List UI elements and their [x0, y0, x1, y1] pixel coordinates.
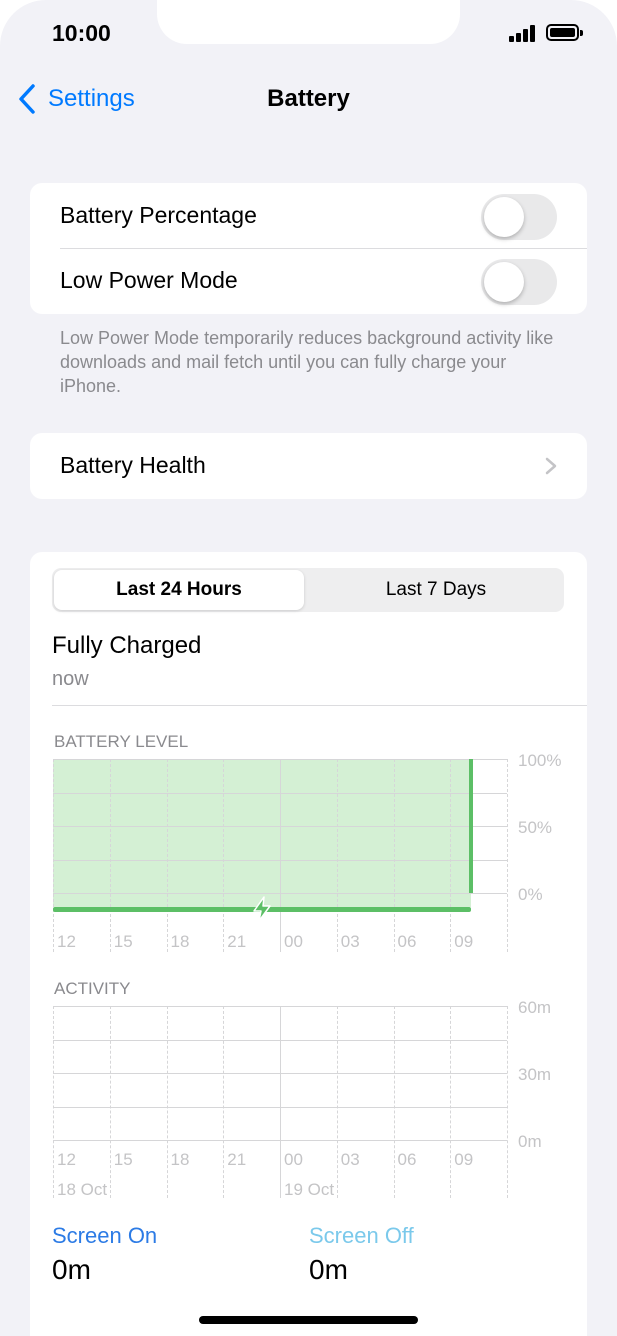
screen-off-value: 0m	[309, 1254, 348, 1285]
x-tick-label: 21	[227, 932, 247, 951]
battery-percentage-row: Battery Percentage	[30, 183, 587, 248]
x-tick-label: 12	[57, 1150, 76, 1169]
gridline	[223, 759, 225, 952]
segment-last-24-hours[interactable]: Last 24 Hours	[54, 570, 304, 610]
low-power-mode-toggle[interactable]	[481, 259, 557, 305]
gridline	[109, 759, 111, 952]
x-tick-label: 09	[454, 932, 474, 951]
battery-level-area	[53, 759, 471, 907]
battery-health-row[interactable]: Battery Health	[30, 433, 587, 499]
y-tick-label: 50%	[518, 818, 553, 837]
charge-status-time: now	[52, 668, 89, 690]
segment-last-7-days[interactable]: Last 7 Days	[310, 570, 562, 610]
gridline	[53, 759, 54, 952]
x-tick-label: 03	[340, 1150, 360, 1169]
battery-level-line	[469, 759, 473, 893]
x-tick-label: 15	[113, 932, 133, 951]
gridline	[166, 759, 168, 952]
screen-on-value: 0m	[52, 1254, 91, 1285]
battery-status-icon	[546, 24, 583, 41]
y-tick-label: 30m	[518, 1065, 552, 1084]
y-tick-label: 60m	[518, 998, 552, 1017]
x-tick-label: 00	[284, 932, 303, 951]
gridline	[223, 1006, 225, 1198]
gridline	[109, 1006, 111, 1198]
status-time: 10:00	[52, 20, 111, 46]
low-power-footnote: Low Power Mode temporarily reduces backg…	[60, 328, 554, 396]
period-segmented-control: Last 24 Hours Last 7 Days	[52, 568, 564, 612]
notch	[157, 0, 460, 44]
charge-status-title: Fully Charged	[52, 632, 202, 659]
gridline	[450, 759, 452, 952]
gridline	[507, 1006, 508, 1198]
gridline	[166, 1006, 168, 1198]
charging-bolt-icon	[253, 896, 271, 922]
gridline	[53, 1006, 54, 1198]
usage-card: Last 24 Hours Last 7 Days Fully Charged …	[30, 552, 587, 1336]
battery-level-chart-title: BATTERY LEVEL	[54, 732, 189, 751]
x-tick-label: 06	[397, 1150, 417, 1169]
x-tick-label: 18	[170, 1150, 190, 1169]
gridline	[336, 1006, 338, 1198]
toggle-knob	[484, 262, 524, 302]
x-tick-label: 06	[397, 932, 417, 951]
x-tick-label: 00	[284, 1150, 303, 1169]
y-tick-label: 0m	[518, 1132, 542, 1151]
toggle-knob	[484, 197, 524, 237]
divider	[52, 705, 587, 706]
chevron-right-icon	[545, 457, 557, 475]
activity-chart-title: ACTIVITY	[54, 979, 131, 998]
screen-off-label: Screen Off	[309, 1223, 414, 1248]
battery-percentage-toggle[interactable]	[481, 194, 557, 240]
date-label: 19 Oct	[284, 1180, 335, 1199]
y-tick-label: 100%	[518, 751, 562, 770]
battery-health-label: Battery Health	[60, 452, 206, 478]
gridline	[450, 1006, 452, 1198]
x-tick-label: 12	[57, 932, 76, 951]
gridline	[393, 759, 395, 952]
battery-settings-group: Battery Percentage Low Power Mode	[30, 183, 587, 314]
gridline	[336, 759, 338, 952]
screen-on-label: Screen On	[52, 1223, 158, 1248]
low-power-mode-row: Low Power Mode	[30, 248, 587, 313]
x-tick-label: 21	[227, 1150, 247, 1169]
gridline	[507, 759, 508, 952]
page-title: Battery	[267, 85, 350, 112]
gridline	[393, 1006, 395, 1198]
home-indicator	[199, 1316, 418, 1324]
gridline	[280, 759, 281, 952]
x-tick-label: 09	[454, 1150, 474, 1169]
low-power-mode-label: Low Power Mode	[60, 267, 238, 293]
y-tick-label: 0%	[518, 885, 543, 904]
x-tick-label: 15	[113, 1150, 133, 1169]
battery-percentage-label: Battery Percentage	[60, 202, 257, 228]
x-tick-label: 18	[170, 932, 190, 951]
phone-screen: 10:00 Settings Battery Battery Percentag…	[0, 0, 617, 1336]
cellular-signal-icon	[509, 25, 537, 42]
gridline	[280, 1006, 281, 1198]
x-tick-label: 03	[340, 932, 360, 951]
date-label: 18 Oct	[57, 1180, 108, 1199]
